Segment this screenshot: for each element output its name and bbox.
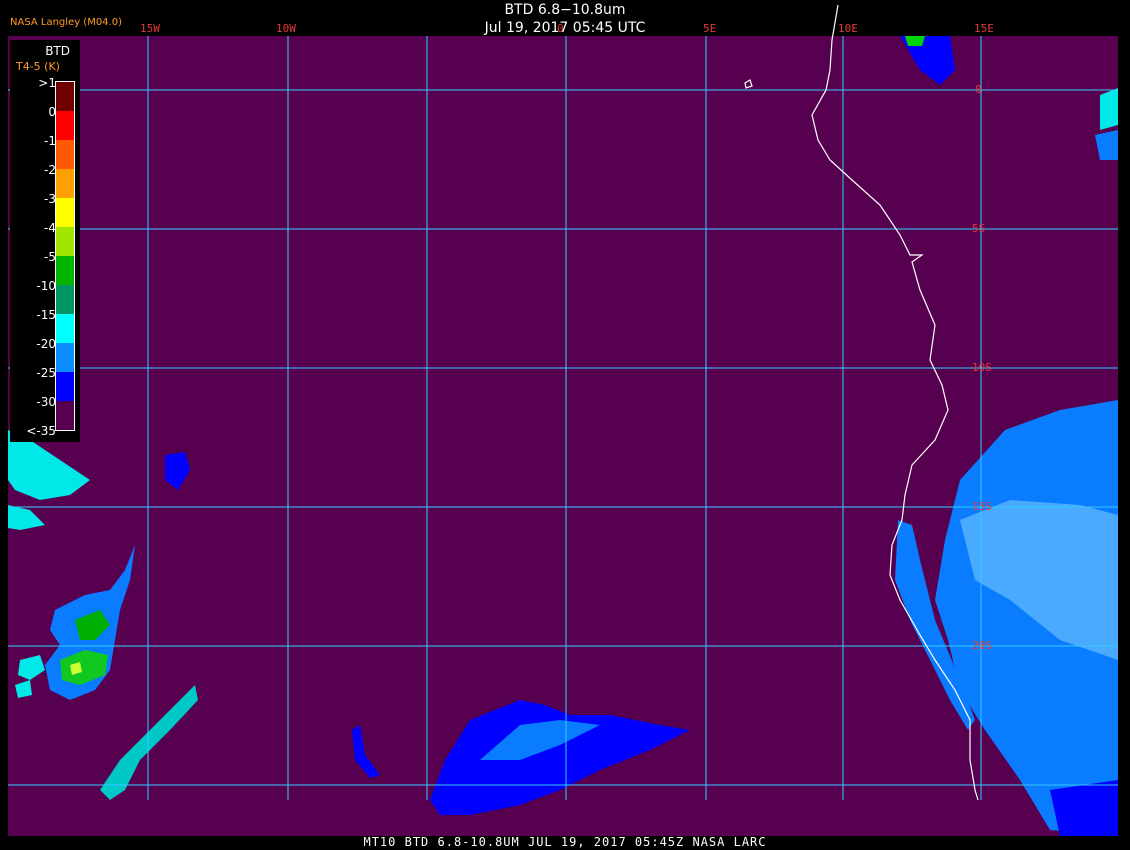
btd-map: [8, 4, 1118, 836]
legend-label: >1: [38, 76, 56, 90]
legend-colorbar-border: [55, 81, 75, 431]
legend-label: -25: [36, 366, 56, 380]
latitude-label: 20S: [972, 639, 992, 652]
longitude-label: 15E: [974, 22, 994, 35]
longitude-label: 15W: [140, 22, 160, 35]
satellite-image-frame: BTD 6.8−10.8um Jul 19, 2017 05:45 UTC NA…: [0, 0, 1130, 850]
cloud-cell-east: [1100, 88, 1118, 130]
latitude-label: 5S: [972, 222, 986, 235]
page-title: BTD 6.8−10.8um: [504, 2, 626, 18]
longitude-label: 10E: [838, 22, 858, 35]
legend-label: -3: [44, 192, 56, 206]
latitude-label: 0: [975, 83, 982, 96]
legend-label: -15: [36, 308, 56, 322]
legend-title: BTD: [45, 44, 70, 58]
latitude-label: 15S: [972, 500, 992, 513]
longitude-label: 10W: [276, 22, 296, 35]
legend-label: -20: [36, 337, 56, 351]
legend-label: -5: [44, 250, 56, 264]
timestamp: Jul 19, 2017 05:45 UTC: [484, 20, 646, 36]
cloud-cell-north-core: [905, 36, 925, 46]
legend-subtitle: T4-5 (K): [16, 60, 60, 73]
legend-label: -30: [36, 395, 56, 409]
latitude-label: 10S: [972, 361, 992, 374]
longitude-label: 5E: [703, 22, 717, 35]
longitude-label: 0: [557, 22, 564, 35]
legend-label: <-35: [26, 424, 56, 438]
color-legend: BTD T4-5 (K) >1 0 -1 -2 -3 -4 -5 -10 -15 -20 -25 -3…: [10, 40, 80, 442]
legend-label: 0: [48, 105, 56, 119]
legend-label: -10: [36, 279, 56, 293]
footer-caption: MT10 BTD 6.8-10.8UM JUL 19, 2017 05:45Z …: [363, 835, 767, 849]
legend-label: -1: [44, 134, 56, 148]
producer-label: NASA Langley (M04.0): [10, 17, 122, 28]
legend-label: -4: [44, 221, 56, 235]
legend-label: -2: [44, 163, 56, 177]
